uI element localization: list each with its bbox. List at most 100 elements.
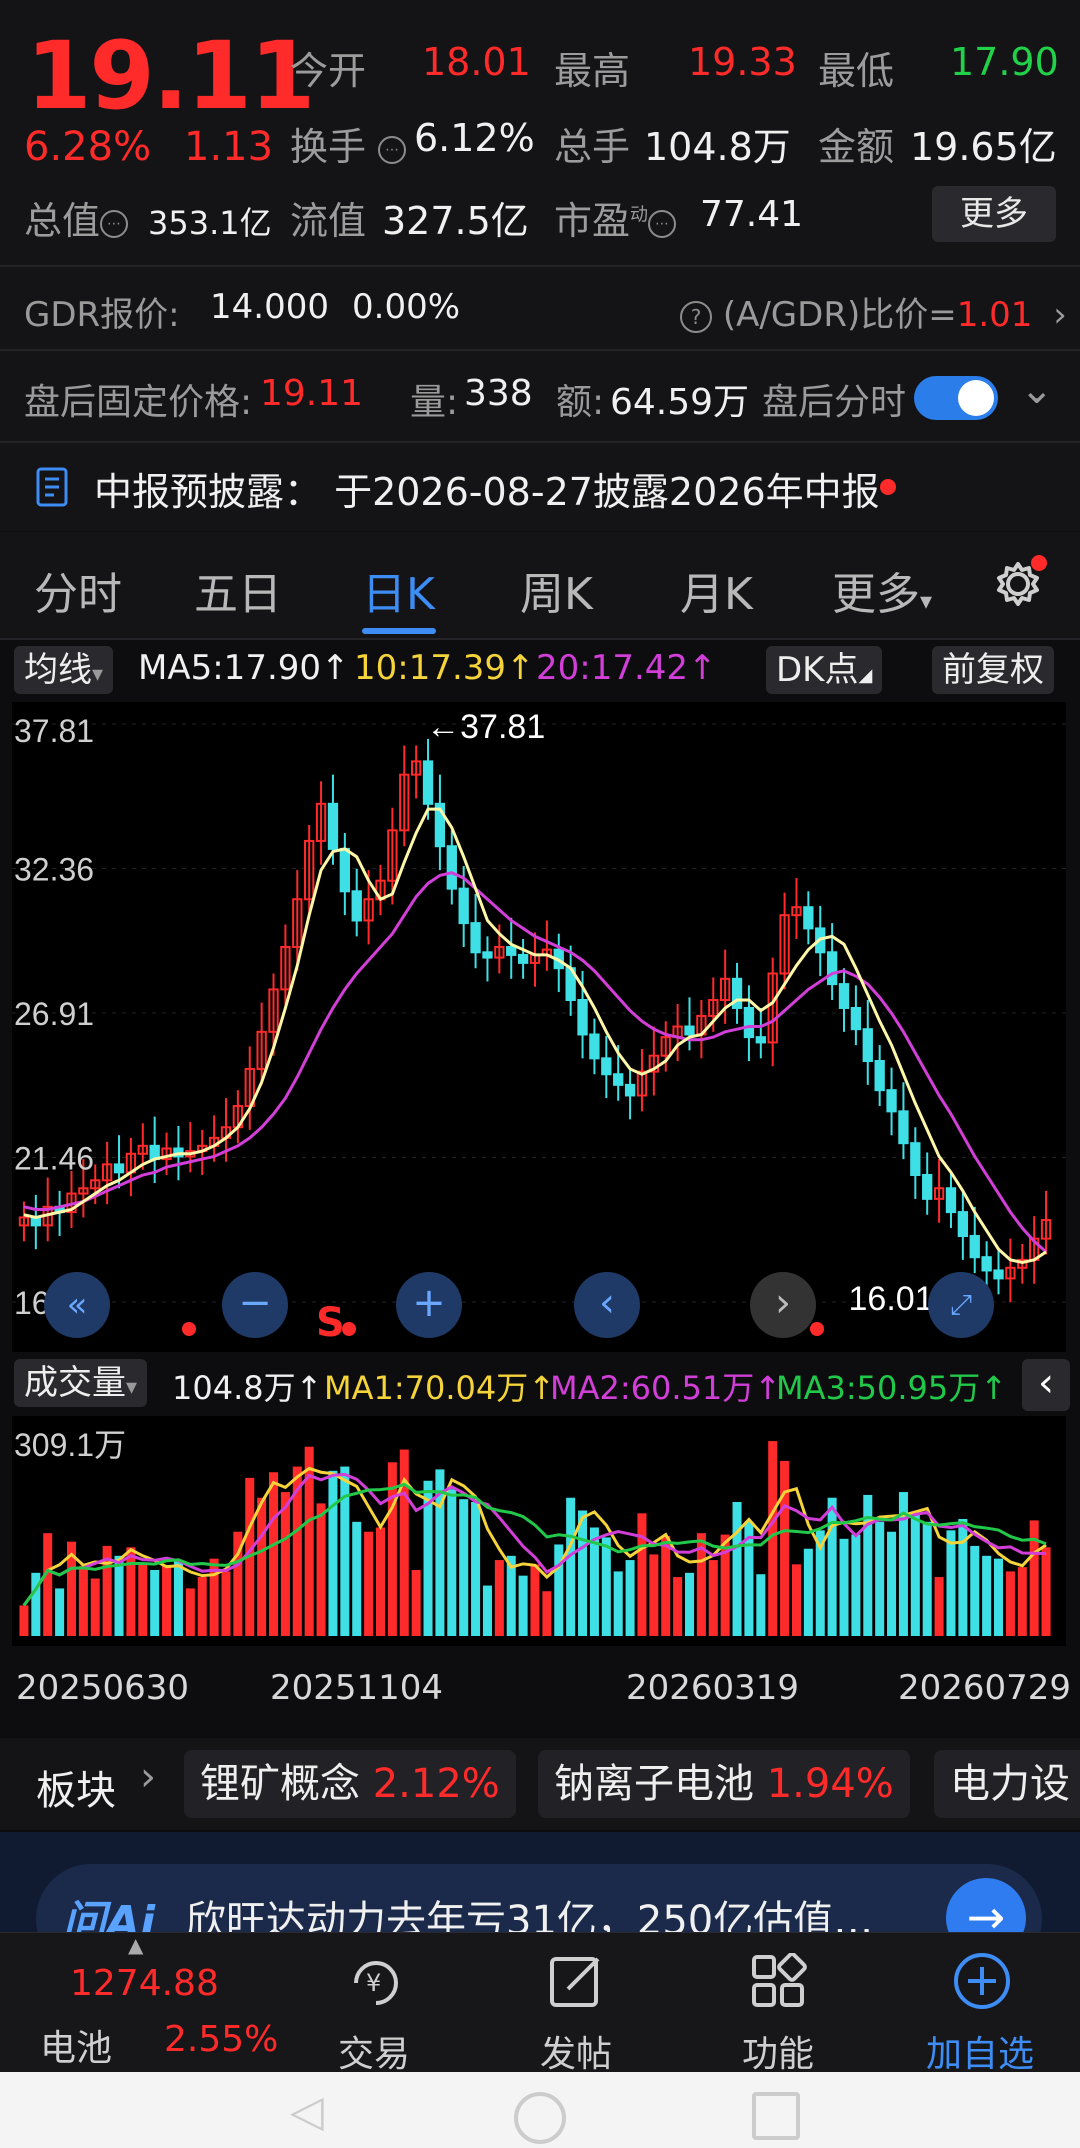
quote-panel: 19.11 6.28% 1.13 今开 18.01 最高 19.33 最低 17… bbox=[0, 0, 1080, 265]
price-tick-label: 32.36 bbox=[14, 852, 94, 888]
candle-body bbox=[339, 847, 350, 893]
volume-bar bbox=[19, 1605, 29, 1636]
volume-bar bbox=[197, 1577, 207, 1636]
notice-row[interactable]: 中报预披露： 于2026-08-27披露2026年中报 bbox=[0, 443, 1080, 531]
kline-svg[interactable]: 37.8132.3626.9121.4616.01 ←37.81 16.01→ bbox=[12, 702, 1066, 1352]
scroll-left-button[interactable]: ‹ bbox=[574, 1272, 640, 1338]
ma5-text: MA5:17.90 bbox=[138, 648, 322, 688]
home-icon[interactable] bbox=[514, 2092, 566, 2144]
index-pct: 2.55% bbox=[164, 2019, 279, 2060]
notice-text: 中报预披露： 于2026-08-27披露2026年中报 bbox=[94, 470, 880, 514]
zoom-in-button[interactable]: + bbox=[396, 1272, 462, 1338]
volume-bar bbox=[673, 1577, 683, 1636]
candle-body bbox=[898, 1110, 909, 1145]
chevron-down-icon[interactable]: ⌄ bbox=[1020, 367, 1054, 413]
sector-label[interactable]: 板块 bbox=[36, 1758, 116, 1816]
volume-indicator-selector[interactable]: 成交量▾ bbox=[14, 1359, 148, 1407]
info-icon[interactable]: ⋯ bbox=[100, 209, 129, 238]
chevron-right-icon: › bbox=[140, 1754, 156, 1800]
date-axis: 20250630 20251104 20260319 20260729 bbox=[0, 1648, 1080, 1736]
back-icon[interactable]: ◁ bbox=[290, 2086, 324, 2137]
sector-chip[interactable]: 锂矿概念 2.12% bbox=[184, 1750, 516, 1818]
candle-body bbox=[506, 945, 517, 956]
price-tick-label: 26.91 bbox=[14, 996, 94, 1032]
low-label: 最低 bbox=[818, 49, 895, 93]
volume-bar bbox=[732, 1501, 742, 1636]
scroll-left-fast-button[interactable]: « bbox=[44, 1272, 110, 1338]
tab-daily-k[interactable]: 日K bbox=[362, 558, 435, 622]
zoom-out-button[interactable]: − bbox=[222, 1272, 288, 1338]
tab-five-day[interactable]: 五日 bbox=[194, 558, 282, 622]
volume-bar bbox=[566, 1497, 576, 1636]
more-button[interactable]: 更多 bbox=[932, 186, 1056, 242]
collapse-left-icon[interactable]: ‹ bbox=[1022, 1359, 1070, 1411]
sector-pct: 1.94% bbox=[766, 1761, 894, 1807]
nav-add-watch-label: 加自选 bbox=[925, 2034, 1034, 2075]
date-label: 20250630 bbox=[16, 1668, 190, 1708]
dk-point-button[interactable]: DK点◢ bbox=[766, 646, 883, 694]
recents-icon[interactable] bbox=[752, 2092, 800, 2140]
candle-body bbox=[458, 887, 469, 925]
amount-value: 19.65亿 bbox=[910, 125, 1057, 169]
volume-bar bbox=[851, 1534, 861, 1636]
volume-text: 104.8万 bbox=[172, 1369, 296, 1407]
ma10-text: 10:17.39 bbox=[354, 648, 507, 688]
sector-chip[interactable]: 电力设 bbox=[934, 1750, 1080, 1818]
after-hours-toggle[interactable] bbox=[914, 376, 998, 420]
volume-bar bbox=[138, 1564, 148, 1636]
question-icon[interactable]: ? bbox=[680, 300, 712, 333]
info-icon[interactable]: ⋯ bbox=[378, 135, 407, 164]
ma5-line bbox=[23, 807, 1047, 1265]
signal-dot bbox=[810, 1322, 824, 1336]
kline-chart[interactable]: 37.8132.3626.9121.4616.01 ←37.81 16.01→ … bbox=[12, 702, 1066, 1352]
period-tabs: 分时 五日 日K 周K 月K 更多▾ bbox=[0, 532, 1080, 642]
volume-bar bbox=[340, 1466, 350, 1636]
price-tick-label: 21.46 bbox=[14, 1141, 94, 1177]
date-label: 20260729 bbox=[898, 1668, 1072, 1708]
adjust-button[interactable]: 前复权 bbox=[932, 646, 1054, 694]
ai-news-banner[interactable]: 问Ai 欣旺达动力去年亏31亿，250亿估值… → bbox=[0, 1832, 1080, 1974]
settings-gear-icon[interactable] bbox=[990, 554, 1048, 612]
sector-bar: 板块 › 锂矿概念 2.12% 钠离子电池 1.94% 电力设 bbox=[0, 1738, 1080, 1830]
volume-bar bbox=[839, 1538, 849, 1636]
volume-chart[interactable]: 309.1万 bbox=[12, 1416, 1066, 1646]
indicator-selector[interactable]: 均线▾ bbox=[14, 646, 114, 694]
after-hours-amt-label: 额: bbox=[556, 382, 605, 423]
info-icon[interactable]: ⋯ bbox=[648, 209, 677, 238]
dropdown-arrow-icon: ▾ bbox=[126, 1375, 138, 1400]
after-hours-vol: 338 bbox=[464, 373, 533, 414]
ma-legend-bar: 均线▾ MA5:17.90↑ 10:17.39↑ 20:17.42↑ DK点◢ … bbox=[0, 640, 1080, 700]
apps-grid-icon bbox=[752, 1953, 807, 2007]
candle-body bbox=[910, 1142, 921, 1176]
candle-body bbox=[743, 1006, 755, 1039]
volume-bar bbox=[601, 1537, 611, 1636]
indicator-selector-label: 均线 bbox=[24, 650, 92, 690]
change-amount: 1.13 bbox=[184, 124, 274, 170]
volume-bars bbox=[19, 1441, 1051, 1636]
gdr-ratio[interactable]: ? (A/GDR)比价=1.01 › bbox=[680, 287, 1067, 336]
tab-timeshare[interactable]: 分时 bbox=[34, 558, 122, 622]
sector-name: 钠离子电池 bbox=[554, 1761, 754, 1807]
candle-body bbox=[981, 1256, 992, 1272]
sector-chip[interactable]: 钠离子电池 1.94% bbox=[538, 1750, 910, 1818]
fullscreen-button[interactable]: ⤢ bbox=[928, 1272, 994, 1338]
float-value: 327.5亿 bbox=[382, 199, 529, 243]
nav-post-label: 发帖 bbox=[539, 2034, 612, 2075]
tab-weekly-k[interactable]: 周K bbox=[520, 558, 593, 622]
candle-body bbox=[684, 1025, 695, 1036]
system-nav-bar: ◁ bbox=[0, 2072, 1080, 2148]
candle-body bbox=[838, 983, 850, 1009]
volume-bar bbox=[447, 1489, 457, 1636]
volume-bar bbox=[625, 1560, 635, 1636]
scroll-right-button[interactable]: › bbox=[750, 1272, 816, 1338]
candle-body bbox=[850, 1006, 862, 1031]
volume-bar bbox=[221, 1571, 231, 1636]
corner-arrow-icon: ◢ bbox=[858, 665, 873, 686]
sector-pct: 2.12% bbox=[372, 1761, 500, 1807]
tab-more[interactable]: 更多▾ bbox=[832, 558, 932, 622]
index-value: 1274.88 bbox=[70, 1963, 219, 2004]
edit-icon bbox=[550, 1957, 600, 2007]
candle-body bbox=[922, 1173, 933, 1200]
tab-monthly-k[interactable]: 月K bbox=[680, 558, 753, 622]
ma5-value: MA5:17.90↑ bbox=[138, 648, 350, 688]
